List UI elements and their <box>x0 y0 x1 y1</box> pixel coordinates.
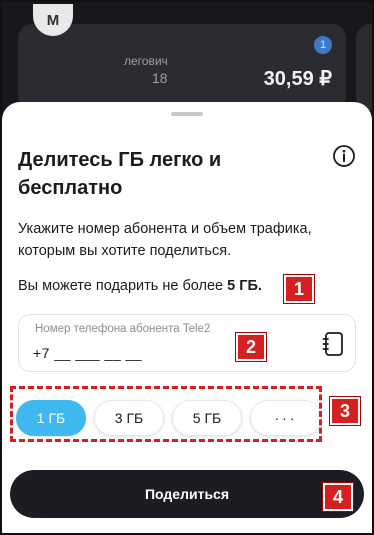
gift-limit-prefix: Вы можете подарить не более <box>18 278 228 294</box>
phone-number-field[interactable]: Номер телефона абонента Tele2 +7 __ ___ … <box>18 314 356 372</box>
phone-field-label: Номер телефона абонента Tele2 <box>35 323 211 335</box>
chip-3gb[interactable]: 3 ГБ <box>94 400 164 436</box>
gb-amount-chips: 1 ГБ 3 ГБ 5 ГБ ··· <box>16 400 326 438</box>
next-account-card[interactable] <box>356 24 374 110</box>
sheet-title: Делитесь ГБ легко и бесплатно <box>18 149 222 199</box>
account-card[interactable]: 1 легович 18 30,59 ₽ <box>18 24 346 110</box>
sheet-drag-handle[interactable] <box>171 112 203 116</box>
sheet-description: Укажите номер абонента и объем трафика, … <box>18 221 312 259</box>
contacts-book-icon[interactable] <box>321 331 345 357</box>
info-icon[interactable] <box>332 144 356 168</box>
account-number: 18 <box>152 70 168 86</box>
gift-limit-value: 5 ГБ. <box>227 278 262 294</box>
share-gb-sheet: Делитесь ГБ легко и бесплатно Укажите но… <box>2 102 372 533</box>
gift-limit-text: Вы можете подарить не более 5 ГБ. <box>18 278 262 294</box>
share-button[interactable]: Поделиться <box>10 470 364 518</box>
chip-1gb[interactable]: 1 ГБ <box>16 400 86 436</box>
account-holder-name: легович <box>124 54 168 68</box>
chip-more[interactable]: ··· <box>250 400 322 436</box>
chip-5gb[interactable]: 5 ГБ <box>172 400 242 436</box>
account-balance: 30,59 ₽ <box>263 68 332 90</box>
annotation-badge-2: 2 <box>235 332 267 362</box>
annotation-badge-4: 4 <box>322 482 354 512</box>
annotation-badge-1: 1 <box>283 274 315 304</box>
notification-badge: 1 <box>314 36 332 54</box>
background-app: 1 легович 18 30,59 ₽ M <box>0 0 374 110</box>
phone-number-input[interactable]: +7 __ ___ __ __ <box>33 345 142 361</box>
annotation-badge-3: 3 <box>329 396 361 426</box>
